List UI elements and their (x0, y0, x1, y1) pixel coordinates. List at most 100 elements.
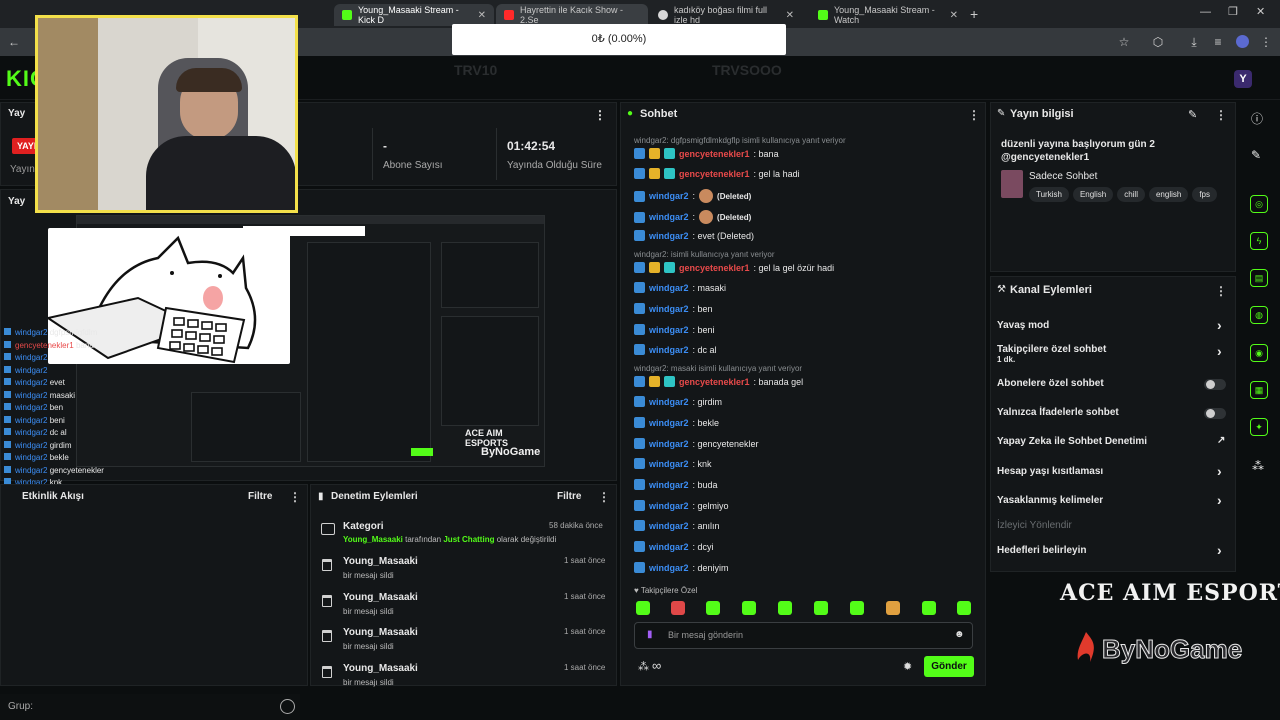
star-icon[interactable]: ☆ (1116, 34, 1132, 50)
chat-username[interactable]: gencyetenekler1 (679, 263, 750, 273)
chat-username[interactable]: windgar2 (649, 521, 689, 531)
new-tab-button[interactable]: + (970, 6, 978, 22)
chevron-right-icon[interactable]: › (1217, 542, 1222, 558)
chat-menu-icon[interactable]: ⋮ (968, 108, 980, 122)
stats-menu-icon[interactable]: ⋮ (594, 108, 606, 122)
toggle-switch[interactable] (1204, 408, 1226, 419)
chat-message[interactable]: windgar2: dc al (634, 344, 717, 355)
wrench-tool-icon[interactable]: ✦ (1250, 418, 1268, 436)
chat-username[interactable]: windgar2 (649, 231, 689, 241)
menu-icon[interactable]: ⋮ (1258, 34, 1274, 50)
channel-action-label[interactable]: Abonelere özel sohbet (997, 378, 1104, 389)
edit-icon[interactable]: ✎ (1188, 108, 1197, 121)
emote-icon[interactable] (778, 601, 792, 615)
tag[interactable]: Turkish (1029, 187, 1069, 202)
emoji-icon[interactable]: ☻ (954, 629, 965, 640)
chat-message[interactable]: windgar2: (Deleted) (634, 189, 751, 203)
close-icon[interactable]: ✕ (478, 10, 486, 21)
chat-username[interactable]: gencyetenekler1 (679, 169, 750, 179)
document-icon[interactable]: ▤ (1250, 269, 1268, 287)
emote-icon[interactable] (706, 601, 720, 615)
channel-action-label[interactable]: Yapay Zeka ile Sohbet Denetimi (997, 436, 1147, 447)
flash-icon[interactable]: ϟ (1250, 232, 1268, 250)
category-thumbnail[interactable] (1001, 170, 1023, 198)
emote-icon[interactable] (742, 601, 756, 615)
chat-message[interactable]: windgar2: beni (634, 324, 715, 335)
chat-username[interactable]: windgar2 (649, 501, 689, 511)
chat-username[interactable]: windgar2 (649, 480, 689, 490)
chat-message[interactable]: windgar2: buda (634, 479, 718, 490)
activity-menu-icon[interactable]: ⋮ (289, 490, 301, 504)
close-icon[interactable]: ✕ (786, 10, 794, 21)
chat-username[interactable]: windgar2 (649, 345, 689, 355)
minimize-icon[interactable]: — (1200, 6, 1211, 18)
chat-username[interactable]: windgar2 (649, 439, 689, 449)
chat-username[interactable]: windgar2 (649, 283, 689, 293)
chevron-right-icon[interactable]: › (1217, 463, 1222, 479)
chat-message[interactable]: windgar2: masaki (634, 282, 726, 293)
layout-icon[interactable]: ▦ (1250, 381, 1268, 399)
chat-message[interactable]: windgar2: knk (634, 458, 712, 469)
chat-message[interactable]: windgar2: (Deleted) (634, 210, 751, 224)
back-icon[interactable]: ← (6, 34, 22, 50)
channel-action-label[interactable]: Yavaş mod (997, 320, 1049, 331)
mod-item-title[interactable]: Young_Masaaki (343, 592, 418, 603)
channel-action-label[interactable]: Yalnızca İfadelerle sohbet (997, 407, 1119, 418)
chat-username[interactable]: windgar2 (649, 459, 689, 469)
chat-message[interactable]: windgar2: deniyim (634, 562, 729, 573)
info-icon[interactable]: ⓘ (1251, 110, 1263, 127)
settings-icon[interactable]: ✹ (903, 660, 912, 673)
tab-movie[interactable]: kadıköy boğası filmi full izle hd ✕ (650, 4, 802, 26)
channel-action-label[interactable]: Yasaklanmış kelimeler (997, 495, 1103, 506)
chevron-right-icon[interactable]: › (1217, 492, 1222, 508)
download-icon[interactable]: ⤓ (1186, 34, 1202, 50)
emote-icon[interactable] (922, 601, 936, 615)
chat-username[interactable]: gencyetenekler1 (679, 149, 750, 159)
people-icon[interactable]: ⁂ (638, 660, 649, 673)
mod-filter-button[interactable]: Filtre (557, 491, 581, 502)
infinity-icon[interactable]: ∞ (652, 658, 661, 673)
chat-username[interactable]: windgar2 (649, 325, 689, 335)
profile-icon[interactable] (1236, 35, 1249, 48)
chat-username[interactable]: windgar2 (649, 563, 689, 573)
playlist-icon[interactable]: ≡ (1210, 34, 1226, 50)
chat-message[interactable]: gencyetenekler1: gel la hadi (634, 168, 800, 179)
activity-filter-button[interactable]: Filtre (248, 491, 272, 502)
emote-icon[interactable] (636, 601, 650, 615)
emote-icon[interactable] (814, 601, 828, 615)
chat-message[interactable]: windgar2: gencyetenekler (634, 438, 759, 449)
tag[interactable]: chill (1117, 187, 1145, 202)
chevron-right-icon[interactable]: › (1217, 317, 1222, 333)
emote-icon[interactable] (671, 601, 685, 615)
chat-username[interactable]: windgar2 (649, 191, 689, 201)
channel-actions-menu-icon[interactable]: ⋮ (1215, 284, 1227, 298)
avatar[interactable]: Y (1234, 70, 1252, 88)
users-icon[interactable]: ⁂ (1252, 459, 1264, 473)
chat-username[interactable]: windgar2 (649, 304, 689, 314)
maximize-icon[interactable]: ❐ (1228, 5, 1238, 18)
toggle-switch[interactable] (1204, 379, 1226, 390)
send-button[interactable]: Gönder (924, 656, 974, 677)
mod-menu-icon[interactable]: ⋮ (598, 490, 610, 504)
chat-username[interactable]: windgar2 (649, 397, 689, 407)
chat-message[interactable]: gencyetenekler1: banada gel (634, 376, 803, 387)
chat-username[interactable]: gencyetenekler1 (679, 377, 750, 387)
channel-action-label[interactable]: Takipçilere özel sohbet (997, 344, 1106, 355)
chat-message[interactable]: windgar2: gelmiyo (634, 500, 729, 511)
external-link-icon[interactable]: ↗ (1217, 435, 1225, 446)
stream-info-menu-icon[interactable]: ⋮ (1215, 108, 1227, 122)
chat-message[interactable]: windgar2: girdim (634, 396, 722, 407)
chat-message[interactable]: windgar2: anılın (634, 520, 720, 531)
capture-icon[interactable]: ◎ (1250, 195, 1268, 213)
chat-message[interactable]: windgar2: dcyi (634, 541, 714, 552)
mod-item-title[interactable]: Young_Masaaki (343, 663, 418, 674)
mod-item-title[interactable]: Young_Masaaki (343, 627, 418, 638)
chat-username[interactable]: windgar2 (649, 542, 689, 552)
emote-icon[interactable] (957, 601, 971, 615)
message-icon[interactable]: ◍ (1250, 306, 1268, 324)
channel-action-label[interactable]: Hedefleri belirleyin (997, 545, 1086, 556)
tab-kick-watch[interactable]: Young_Masaaki Stream - Watch ✕ (810, 4, 966, 26)
tag[interactable]: fps (1192, 187, 1217, 202)
chat-username[interactable]: windgar2 (649, 418, 689, 428)
chat-message[interactable]: gencyetenekler1: gel la gel özür hadi (634, 262, 834, 273)
